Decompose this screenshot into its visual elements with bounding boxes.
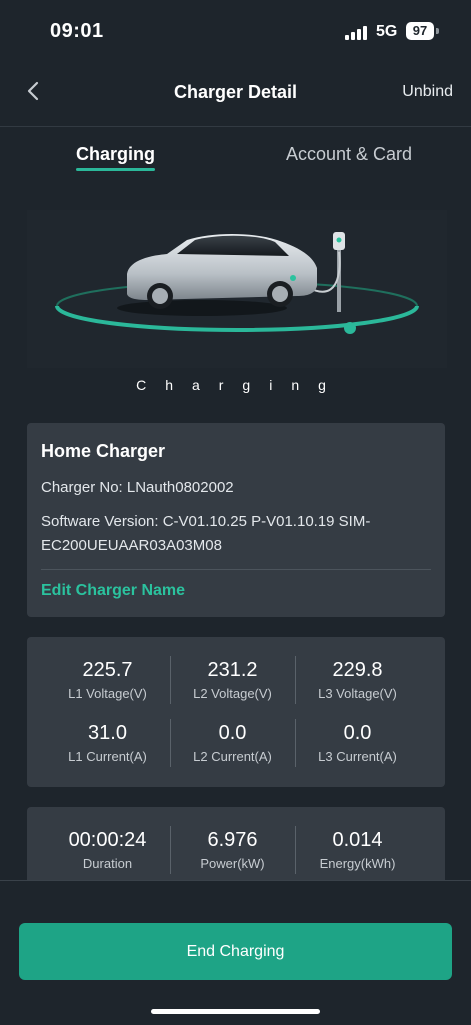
column-divider: [295, 826, 296, 874]
phase-metrics-card: 225.7 L1 Voltage(V) 231.2 L2 Voltage(V) …: [27, 637, 445, 787]
metric-l2-current: 0.0 L2 Current(A): [170, 722, 295, 764]
charger-info-card: Home Charger Charger No: LNauth0802002 S…: [27, 423, 445, 617]
column-divider: [295, 656, 296, 704]
status-bar: 09:01 5G 97: [0, 0, 471, 64]
tab-active-indicator: [76, 168, 155, 171]
software-version-line-1: Software Version: C-V01.10.25 P-V01.10.1…: [41, 513, 371, 530]
charger-number: Charger No: LNauth0802002: [41, 479, 234, 496]
session-metrics-card: 00:00:24 Duration 6.976 Power(kW) 0.014 …: [27, 807, 445, 887]
column-divider: [170, 719, 171, 767]
metric-value: 0.0: [343, 722, 372, 744]
edit-charger-name-link[interactable]: Edit Charger Name: [41, 582, 185, 600]
metric-label: L2 Current(A): [193, 749, 272, 764]
status-time: 09:01: [50, 20, 104, 42]
metric-l3-current: 0.0 L3 Current(A): [295, 722, 420, 764]
column-divider: [170, 826, 171, 874]
ring-dot: [344, 322, 356, 334]
software-version-line-2: EC200UEUAAR03A03M08: [41, 537, 222, 554]
metric-label: L2 Voltage(V): [193, 686, 272, 701]
metric-label: L3 Current(A): [318, 749, 397, 764]
end-charging-button[interactable]: End Charging: [19, 923, 452, 980]
metric-power: 6.976 Power(kW): [170, 829, 295, 871]
column-divider: [295, 719, 296, 767]
metric-value: 229.8: [332, 659, 383, 681]
metric-l2-voltage: 231.2 L2 Voltage(V): [170, 659, 295, 701]
metric-value: 0.0: [218, 722, 247, 744]
tab-charging[interactable]: Charging: [76, 144, 155, 171]
page-title: Charger Detail: [173, 82, 298, 102]
metric-value: 00:00:24: [68, 829, 147, 851]
metric-value: 31.0: [88, 722, 127, 744]
column-divider: [170, 656, 171, 704]
metric-value: 231.2: [207, 659, 258, 681]
metric-l3-voltage: 229.8 L3 Voltage(V): [295, 659, 420, 701]
unbind-button[interactable]: Unbind: [402, 83, 453, 101]
metric-value: 0.014: [332, 829, 383, 851]
metric-label: Duration: [82, 856, 133, 871]
tab-account-card[interactable]: Account & Card: [286, 144, 412, 165]
signal-icon: [345, 24, 369, 40]
network-type: 5G: [376, 23, 398, 40]
metric-l1-voltage: 225.7 L1 Voltage(V): [45, 659, 170, 701]
battery-icon: 97: [406, 22, 434, 40]
metric-energy: 0.014 Energy(kWh): [295, 829, 420, 871]
charger-name: Home Charger: [41, 441, 166, 461]
metric-l1-current: 31.0 L1 Current(A): [45, 722, 170, 764]
tab-charging-label: Charging: [76, 144, 155, 164]
charging-status-text: Charging: [136, 377, 345, 393]
nav-bar: Charger Detail Unbind: [0, 64, 471, 127]
metric-value: 6.976: [207, 829, 258, 851]
metric-label: L3 Voltage(V): [318, 686, 397, 701]
tab-account-card-label: Account & Card: [286, 144, 413, 164]
bottom-action-bar: End Charging: [0, 880, 471, 1025]
charging-illustration: [27, 210, 447, 368]
metric-label: Power(kW): [200, 856, 265, 871]
info-divider: [41, 569, 431, 570]
metric-label: L1 Current(A): [68, 749, 147, 764]
metric-label: L1 Voltage(V): [68, 686, 147, 701]
car-shadow: [117, 300, 287, 316]
home-indicator[interactable]: [151, 1009, 320, 1014]
tab-bar: Charging Account & Card: [0, 126, 471, 186]
metric-label: Energy(kWh): [319, 856, 396, 871]
battery-tip: [436, 28, 439, 34]
metric-duration: 00:00:24 Duration: [45, 829, 170, 871]
metric-value: 225.7: [82, 659, 133, 681]
